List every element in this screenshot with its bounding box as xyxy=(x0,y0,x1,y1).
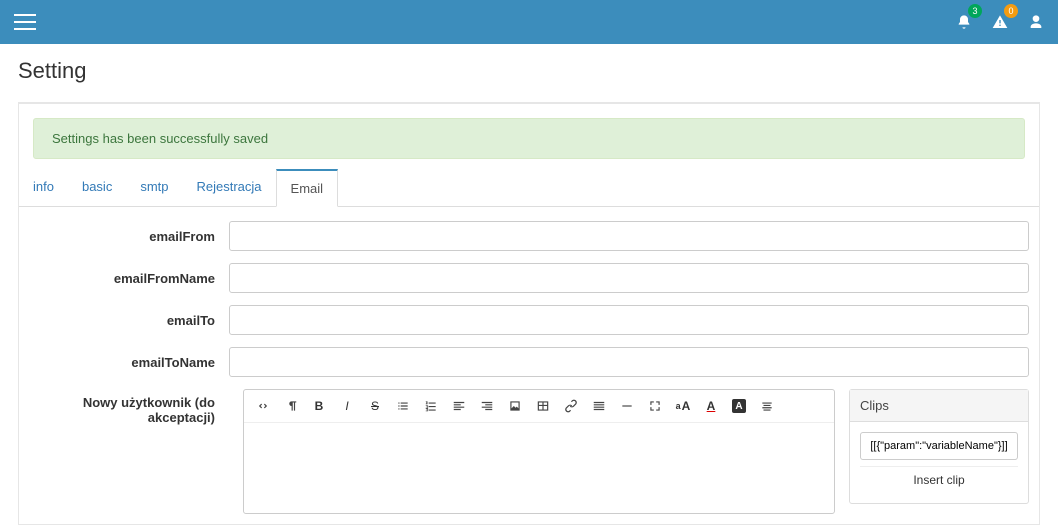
input-emailtoname[interactable] xyxy=(229,347,1029,377)
ul-icon[interactable] xyxy=(390,394,416,418)
bell-icon[interactable]: 3 xyxy=(954,12,974,32)
clear-format-icon[interactable] xyxy=(754,394,780,418)
align-left-icon[interactable] xyxy=(446,394,472,418)
notif-badge: 3 xyxy=(968,4,982,18)
bg-color-icon[interactable]: A xyxy=(726,394,752,418)
row-emailfrom: emailFrom xyxy=(29,221,1029,251)
topbar: 3 0 xyxy=(0,0,1058,44)
image-icon[interactable] xyxy=(502,394,528,418)
strikethrough-icon[interactable]: S xyxy=(362,394,388,418)
tab-basic[interactable]: basic xyxy=(68,169,126,206)
align-right-icon[interactable] xyxy=(474,394,500,418)
input-emailfromname[interactable] xyxy=(229,263,1029,293)
label-emailfrom: emailFrom xyxy=(29,229,229,244)
editor-area[interactable] xyxy=(244,423,834,513)
fontsize-icon[interactable]: aA xyxy=(670,394,696,418)
clips-body: Insert clip xyxy=(850,422,1028,503)
topbar-right: 3 0 xyxy=(954,12,1046,32)
table-icon[interactable] xyxy=(530,394,556,418)
row-emailtoname: emailToName xyxy=(29,347,1029,377)
tab-smtp[interactable]: smtp xyxy=(126,169,182,206)
clip-input[interactable] xyxy=(860,432,1018,460)
insert-clip-button[interactable]: Insert clip xyxy=(860,466,1018,493)
tab-content-email: emailFrom emailFromName emailTo emailToN… xyxy=(19,207,1039,514)
menu-toggle-icon[interactable] xyxy=(14,14,36,30)
label-editor: Nowy użytkownik (do akceptacji) xyxy=(29,389,229,425)
clips-title: Clips xyxy=(850,390,1028,422)
fullscreen-icon[interactable] xyxy=(642,394,668,418)
paragraph-icon[interactable] xyxy=(278,394,304,418)
editor-toolbar: B I S aA A xyxy=(244,390,834,423)
link-icon[interactable] xyxy=(558,394,584,418)
row-emailfromname: emailFromName xyxy=(29,263,1029,293)
label-emailfromname: emailFromName xyxy=(29,271,229,286)
warn-badge: 0 xyxy=(1004,4,1018,18)
text-color-icon[interactable]: A xyxy=(698,394,724,418)
codeview-icon[interactable] xyxy=(250,394,276,418)
row-emailto: emailTo xyxy=(29,305,1029,335)
input-emailto[interactable] xyxy=(229,305,1029,335)
tab-email[interactable]: Email xyxy=(276,169,339,207)
rich-editor: B I S aA A xyxy=(243,389,835,514)
warning-icon[interactable]: 0 xyxy=(990,12,1010,32)
label-emailtoname: emailToName xyxy=(29,355,229,370)
page-title: Setting xyxy=(18,58,1040,84)
row-editor: Nowy użytkownik (do akceptacji) B I S xyxy=(29,389,1029,514)
italic-icon[interactable]: I xyxy=(334,394,360,418)
user-icon[interactable] xyxy=(1026,12,1046,32)
tab-rejestracja[interactable]: Rejestracja xyxy=(183,169,276,206)
align-justify-icon[interactable] xyxy=(586,394,612,418)
ol-icon[interactable] xyxy=(418,394,444,418)
hr-icon[interactable] xyxy=(614,394,640,418)
tabs: info basic smtp Rejestracja Email xyxy=(19,169,1039,207)
settings-panel: Settings has been successfully saved inf… xyxy=(18,102,1040,525)
input-emailfrom[interactable] xyxy=(229,221,1029,251)
clips-panel: Clips Insert clip xyxy=(849,389,1029,504)
alert-success: Settings has been successfully saved xyxy=(33,118,1025,159)
label-emailto: emailTo xyxy=(29,313,229,328)
content: Setting Settings has been successfully s… xyxy=(0,44,1058,525)
bold-icon[interactable]: B xyxy=(306,394,332,418)
tab-info[interactable]: info xyxy=(19,169,68,206)
